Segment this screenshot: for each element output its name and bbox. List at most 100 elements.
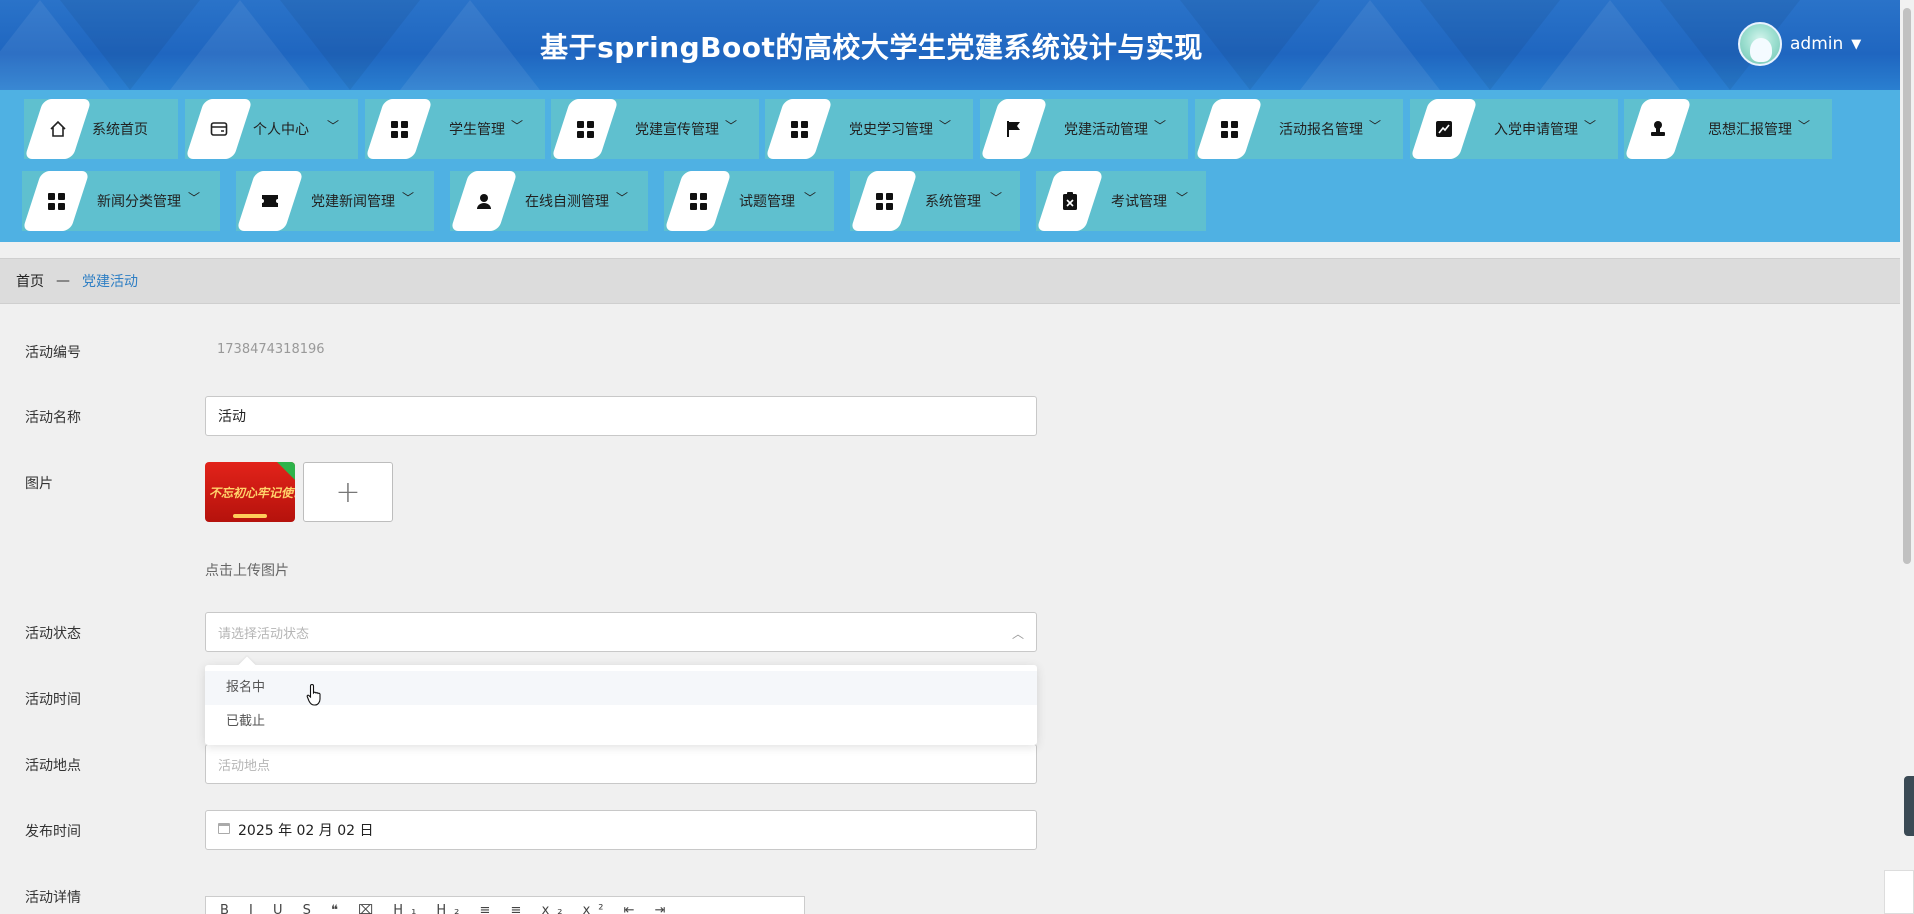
uploaded-image-thumbnail[interactable]: 不忘初心牢记使命 <box>205 462 295 522</box>
nav-item-selftest[interactable]: 在线自测管理 ﹀ <box>450 171 648 231</box>
nav-label: 学生管理 <box>449 122 505 138</box>
grid-icon <box>787 117 811 141</box>
activity-name-input[interactable]: 活动 <box>205 396 1037 436</box>
location-input[interactable]: 活动地点 <box>205 744 1037 784</box>
chevron-down-icon: ﹀ <box>327 119 340 133</box>
status-dropdown: 报名中 已截止 <box>205 656 1037 745</box>
nav-label: 系统首页 <box>92 122 148 138</box>
grid-icon <box>573 117 597 141</box>
chevron-down-icon: ﹀ <box>804 191 817 205</box>
publish-time-label: 发布时间 <box>25 824 81 840</box>
chevron-down-icon: ﹀ <box>1584 119 1597 133</box>
chevron-down-icon: ﹀ <box>1154 119 1167 133</box>
grid-icon <box>686 189 710 213</box>
image-label: 图片 <box>25 476 53 492</box>
rich-text-toolbar[interactable]: B I U S ❝ ⌧ H₁ H₂ ≡ ≡ x₂ x² ⇤ ⇥ <box>205 896 805 914</box>
nav-label: 新闻分类管理 <box>97 194 181 210</box>
caret-down-icon: ▼ <box>1851 36 1862 52</box>
publish-time-value: 2025 年 02 月 02 日 <box>238 823 374 839</box>
nav-item-news[interactable]: 党建新闻管理 ﹀ <box>236 171 434 231</box>
chevron-down-icon: ﹀ <box>616 191 629 205</box>
activity-no-label: 活动编号 <box>25 345 81 361</box>
status-option-open[interactable]: 报名中 <box>205 671 1037 705</box>
nav-label: 试题管理 <box>739 194 795 210</box>
main-nav: 系统首页 个人中心 ﹀ 学生管理 ﹀ 党建宣传管理 ﹀ 党史学习管理 ﹀ 党建活… <box>0 90 1900 242</box>
card-icon <box>207 117 231 141</box>
grid-icon <box>872 189 896 213</box>
chevron-down-icon: ﹀ <box>511 119 524 133</box>
breadcrumb-separator: — <box>56 273 70 289</box>
nav-item-system[interactable]: 系统管理 ﹀ <box>850 171 1020 231</box>
nav-item-propaganda[interactable]: 党建宣传管理 ﹀ <box>551 99 759 159</box>
detail-label: 活动详情 <box>25 890 81 906</box>
activity-name-value: 活动 <box>218 409 246 425</box>
chevron-down-icon: ﹀ <box>402 191 415 205</box>
chevron-down-icon: ﹀ <box>939 119 952 133</box>
activity-name-label: 活动名称 <box>25 410 81 426</box>
side-widget[interactable] <box>1904 776 1914 836</box>
breadcrumb-home[interactable]: 首页 <box>16 271 44 291</box>
image-upload-button[interactable]: + <box>303 462 393 522</box>
nav-label: 党建活动管理 <box>1064 122 1148 138</box>
nav-label: 思想汇报管理 <box>1708 122 1792 138</box>
nav-label: 党建新闻管理 <box>311 194 395 210</box>
nav-item-signup[interactable]: 活动报名管理 ﹀ <box>1195 99 1403 159</box>
nav-item-news-category[interactable]: 新闻分类管理 ﹀ <box>22 171 220 231</box>
status-select[interactable]: 请选择活动状态 ︿ <box>205 612 1037 652</box>
time-label: 活动时间 <box>25 692 81 708</box>
activity-form: 活动编号 1738474318196 活动名称 活动 图片 不忘初心牢记使命 +… <box>0 305 1900 914</box>
grid-icon <box>387 117 411 141</box>
avatar <box>1738 22 1782 66</box>
home-icon <box>46 117 70 141</box>
grid-icon <box>1217 117 1241 141</box>
nav-item-questions[interactable]: 试题管理 ﹀ <box>664 171 834 231</box>
chevron-down-icon: ﹀ <box>188 191 201 205</box>
chevron-down-icon: ﹀ <box>1369 119 1382 133</box>
nav-item-profile[interactable]: 个人中心 ﹀ <box>185 99 358 159</box>
status-option-closed[interactable]: 已截止 <box>205 705 1037 739</box>
nav-label: 活动报名管理 <box>1279 122 1363 138</box>
ticket-icon <box>258 189 282 213</box>
status-placeholder: 请选择活动状态 <box>218 626 310 642</box>
nav-label: 党建宣传管理 <box>635 122 719 138</box>
flag-icon <box>1002 117 1026 141</box>
nav-item-home[interactable]: 系统首页 <box>24 99 178 159</box>
user-icon <box>472 189 496 213</box>
grid-icon <box>44 189 68 213</box>
user-name: admin <box>1790 34 1844 54</box>
nav-item-students[interactable]: 学生管理 ﹀ <box>365 99 545 159</box>
nav-label: 入党申请管理 <box>1494 122 1578 138</box>
clipboard-icon <box>1058 189 1082 213</box>
corner-widget[interactable] <box>1884 870 1914 914</box>
breadcrumb: 首页 — 党建活动 <box>0 258 1900 304</box>
breadcrumb-current: 党建活动 <box>82 274 138 290</box>
chevron-down-icon: ﹀ <box>1176 191 1189 205</box>
nav-item-application[interactable]: 入党申请管理 ﹀ <box>1410 99 1618 159</box>
publish-time-input[interactable]: 2025 年 02 月 02 日 <box>205 810 1037 850</box>
chevron-down-icon: ﹀ <box>1798 119 1811 133</box>
chevron-down-icon: ﹀ <box>990 191 1003 205</box>
location-label: 活动地点 <box>25 758 81 774</box>
app-title: 基于springBoot的高校大学生党建系统设计与实现 <box>540 31 1203 64</box>
chevron-up-icon: ︿ <box>1011 627 1024 641</box>
nav-label: 党史学习管理 <box>849 122 933 138</box>
nav-label: 考试管理 <box>1111 194 1167 210</box>
chart-icon <box>1432 117 1456 141</box>
upload-hint: 点击上传图片 <box>205 563 289 579</box>
nav-item-exam[interactable]: 考试管理 ﹀ <box>1036 171 1206 231</box>
nav-label: 在线自测管理 <box>525 194 609 210</box>
stamp-icon <box>1646 117 1670 141</box>
nav-item-report[interactable]: 思想汇报管理 ﹀ <box>1624 99 1832 159</box>
activity-no-value: 1738474318196 <box>217 342 325 357</box>
nav-label: 系统管理 <box>925 194 981 210</box>
hand-cursor-icon <box>306 683 321 706</box>
nav-item-history[interactable]: 党史学习管理 ﹀ <box>765 99 973 159</box>
user-menu[interactable]: admin ▼ <box>1738 22 1861 66</box>
thumbnail-caption: 不忘初心牢记使命 <box>209 486 295 500</box>
nav-label: 个人中心 <box>253 122 309 138</box>
top-header: 基于springBoot的高校大学生党建系统设计与实现 admin ▼ <box>0 0 1900 90</box>
nav-item-activity[interactable]: 党建活动管理 ﹀ <box>980 99 1188 159</box>
location-placeholder: 活动地点 <box>218 758 271 774</box>
chevron-down-icon: ﹀ <box>725 119 738 133</box>
calendar-icon <box>218 822 230 834</box>
